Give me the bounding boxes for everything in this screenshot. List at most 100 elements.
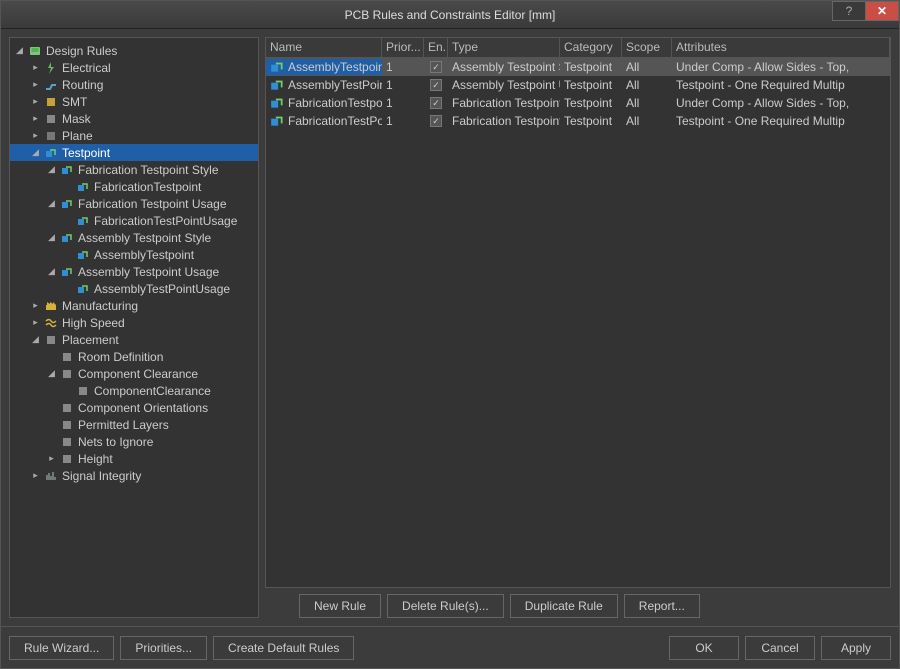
tree-node[interactable]: AssemblyTestPointUsage (10, 280, 258, 297)
delete-rule-button[interactable]: Delete Rule(s)... (387, 594, 504, 618)
cell-name: FabricationTestpoir (266, 95, 382, 111)
tree-node[interactable]: ◢Design Rules (10, 42, 258, 59)
tree-node[interactable]: Room Definition (10, 348, 258, 365)
cell-name: AssemblyTestpoint (266, 59, 382, 75)
tree-node[interactable]: FabricationTestpoint (10, 178, 258, 195)
tree-node[interactable]: ▸Electrical (10, 59, 258, 76)
tree-expander-icon[interactable]: ▸ (30, 113, 41, 124)
col-header-category[interactable]: Category (560, 38, 622, 57)
tree-node[interactable]: ▸Plane (10, 127, 258, 144)
tree-node[interactable]: ComponentClearance (10, 382, 258, 399)
grid-action-buttons: New Rule Delete Rule(s)... Duplicate Rul… (265, 594, 891, 618)
testpoint-icon (60, 232, 74, 244)
tree-node[interactable]: Component Orientations (10, 399, 258, 416)
col-header-scope[interactable]: Scope (622, 38, 672, 57)
smt-icon (44, 96, 58, 108)
tree-node-label: Nets to Ignore (78, 435, 153, 449)
tree-node[interactable]: ▸Height (10, 450, 258, 467)
rules-tree[interactable]: ◢Design Rules▸Electrical▸Routing▸SMT▸Mas… (9, 37, 259, 618)
rule-wizard-button[interactable]: Rule Wizard... (9, 636, 114, 660)
testpoint-icon (270, 115, 284, 127)
tree-expander-icon[interactable]: ▸ (30, 79, 41, 90)
col-header-name[interactable]: Name (266, 38, 382, 57)
tree-node-label: Signal Integrity (62, 469, 141, 483)
help-button[interactable]: ? (832, 1, 866, 21)
tree-expander-icon[interactable]: ▸ (30, 62, 41, 73)
cell-priority: 1 (382, 113, 424, 129)
tree-node-label: Routing (62, 78, 103, 92)
enabled-checkbox[interactable]: ✓ (430, 97, 442, 109)
content-area: ◢Design Rules▸Electrical▸Routing▸SMT▸Mas… (1, 29, 899, 626)
table-row[interactable]: AssemblyTestPointU1✓Assembly Testpoint U… (266, 76, 890, 94)
enabled-checkbox[interactable]: ✓ (430, 61, 442, 73)
cell-name: AssemblyTestPointU (266, 77, 382, 93)
tree-node[interactable]: Nets to Ignore (10, 433, 258, 450)
new-rule-button[interactable]: New Rule (299, 594, 381, 618)
tree-expander-icon[interactable]: ◢ (46, 368, 57, 379)
tree-node[interactable]: AssemblyTestpoint (10, 246, 258, 263)
tree-node[interactable]: ◢Component Clearance (10, 365, 258, 382)
tree-node[interactable]: ◢Assembly Testpoint Style (10, 229, 258, 246)
enabled-checkbox[interactable]: ✓ (430, 79, 442, 91)
create-default-rules-button[interactable]: Create Default Rules (213, 636, 354, 660)
grid-header-row: Name Prior... En... Type Category Scope … (266, 38, 890, 58)
titlebar-buttons: ? ✕ (833, 1, 899, 21)
tree-expander-icon[interactable]: ▸ (30, 470, 41, 481)
tree-expander-icon[interactable]: ◢ (46, 164, 57, 175)
cell-enabled: ✓ (424, 60, 448, 74)
tree-node[interactable]: ◢ Fabrication Testpoint Style (10, 161, 258, 178)
tree-expander-icon[interactable]: ◢ (14, 45, 25, 56)
cell-attributes: Under Comp - Allow Sides - Top, (672, 59, 890, 75)
rules-grid[interactable]: Name Prior... En... Type Category Scope … (265, 37, 891, 588)
tree-node[interactable]: ◢Placement (10, 331, 258, 348)
cell-attributes: Testpoint - One Required Multip (672, 77, 890, 93)
report-button[interactable]: Report... (624, 594, 700, 618)
highspeed-icon (44, 317, 58, 329)
table-row[interactable]: FabricationTestPoin1✓Fabrication Testpoi… (266, 112, 890, 130)
tree-node[interactable]: ▸ Signal Integrity (10, 467, 258, 484)
cell-priority: 1 (382, 59, 424, 75)
tree-node-label: Permitted Layers (78, 418, 169, 432)
tree-node[interactable]: ▸Manufacturing (10, 297, 258, 314)
tree-expander-icon[interactable]: ◢ (30, 334, 41, 345)
tree-expander-icon[interactable]: ▸ (30, 300, 41, 311)
tree-expander-icon[interactable]: ◢ (46, 266, 57, 277)
right-panel: Name Prior... En... Type Category Scope … (265, 37, 891, 618)
tree-node[interactable]: ◢Testpoint (10, 144, 258, 161)
duplicate-rule-button[interactable]: Duplicate Rule (510, 594, 618, 618)
tree-node[interactable]: ◢Fabrication Testpoint Usage (10, 195, 258, 212)
col-header-enabled[interactable]: En... (424, 38, 448, 57)
col-header-priority[interactable]: Prior... (382, 38, 424, 57)
placement-icon (44, 334, 58, 346)
tree-node-label: Mask (62, 112, 91, 126)
cell-type: Fabrication Testpoint (448, 95, 560, 111)
enabled-checkbox[interactable]: ✓ (430, 115, 442, 127)
tree-expander-icon[interactable]: ▸ (46, 453, 57, 464)
tree-node[interactable]: ▸ Mask (10, 110, 258, 127)
tree-expander-icon[interactable]: ▸ (30, 317, 41, 328)
tree-node[interactable]: ▸ Routing (10, 76, 258, 93)
tree-node[interactable]: Permitted Layers (10, 416, 258, 433)
table-row[interactable]: FabricationTestpoir1✓Fabrication Testpoi… (266, 94, 890, 112)
tree-expander-icon[interactable]: ◢ (30, 147, 41, 158)
tree-node[interactable]: ◢Assembly Testpoint Usage (10, 263, 258, 280)
cancel-button[interactable]: Cancel (745, 636, 815, 660)
tree-node[interactable]: ▸ High Speed (10, 314, 258, 331)
testpoint-icon (60, 164, 74, 176)
priorities-button[interactable]: Priorities... (120, 636, 207, 660)
tree-node[interactable]: FabricationTestPointUsage (10, 212, 258, 229)
tree-node-label: High Speed (62, 316, 125, 330)
tree-node[interactable]: ▸SMT (10, 93, 258, 110)
table-row[interactable]: AssemblyTestpoint1✓Assembly Testpoint ST… (266, 58, 890, 76)
close-button[interactable]: ✕ (865, 1, 899, 21)
tree-expander-icon[interactable]: ◢ (46, 198, 57, 209)
tree-expander-icon[interactable]: ▸ (30, 130, 41, 141)
apply-button[interactable]: Apply (821, 636, 891, 660)
ok-button[interactable]: OK (669, 636, 739, 660)
col-header-type[interactable]: Type (448, 38, 560, 57)
tree-node-label: Fabrication Testpoint Style (78, 163, 219, 177)
tree-expander-icon[interactable]: ◢ (46, 232, 57, 243)
col-header-attributes[interactable]: Attributes (672, 38, 890, 57)
placement-icon (60, 368, 74, 380)
tree-expander-icon[interactable]: ▸ (30, 96, 41, 107)
